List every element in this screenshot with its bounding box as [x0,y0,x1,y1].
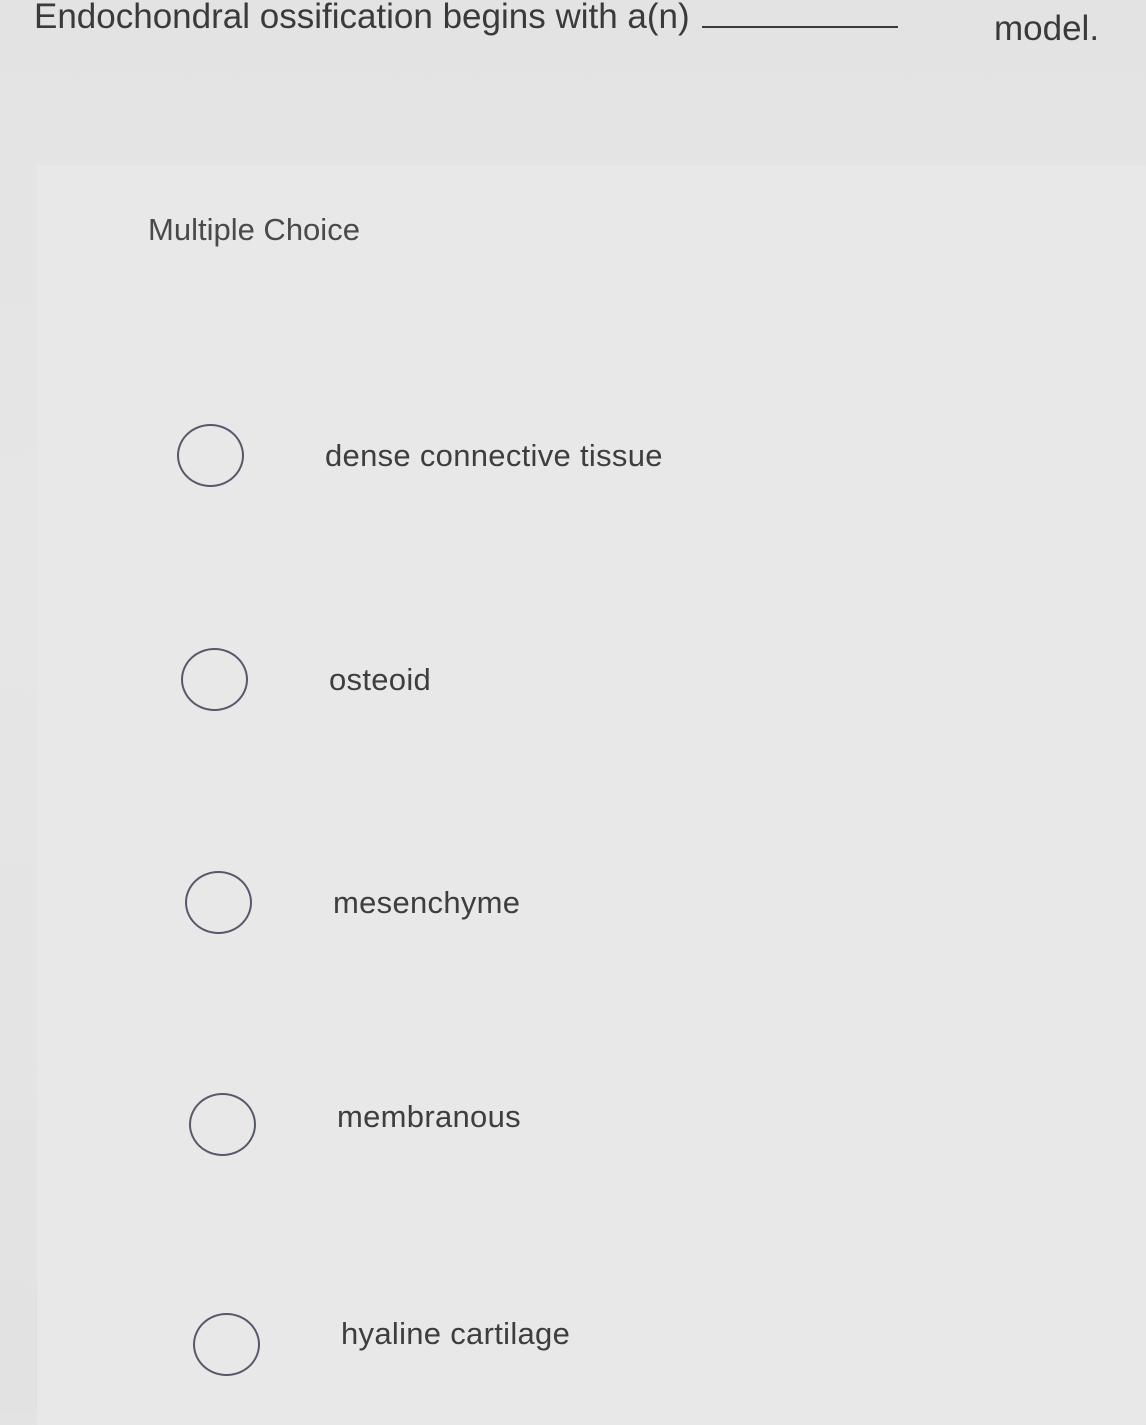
radio-button[interactable] [181,648,248,711]
option-label: mesenchyme [333,885,521,920]
radio-button[interactable] [177,424,244,487]
section-label: Multiple Choice [148,212,360,247]
option-mesenchyme[interactable]: mesenchyme [185,871,985,943]
option-label: membranous [337,1099,521,1134]
radio-button[interactable] [185,871,252,934]
answer-blank [701,0,898,28]
radio-button[interactable] [189,1093,256,1156]
option-label: osteoid [329,662,432,697]
question-card [37,165,1146,1425]
option-osteoid[interactable]: osteoid [181,648,981,720]
option-dense-connective-tissue[interactable]: dense connective tissue [177,424,977,496]
option-label: hyaline cartilage [341,1316,571,1351]
question-text: Endochondral ossification begins with a(… [34,0,1134,48]
option-membranous[interactable]: membranous [189,1093,989,1165]
option-label: dense connective tissue [325,438,663,473]
radio-button[interactable] [193,1313,260,1376]
question-suffix: model. [994,9,1100,48]
question-prefix: Endochondral ossification begins with a(… [34,0,690,36]
option-hyaline-cartilage[interactable]: hyaline cartilage [193,1313,993,1385]
